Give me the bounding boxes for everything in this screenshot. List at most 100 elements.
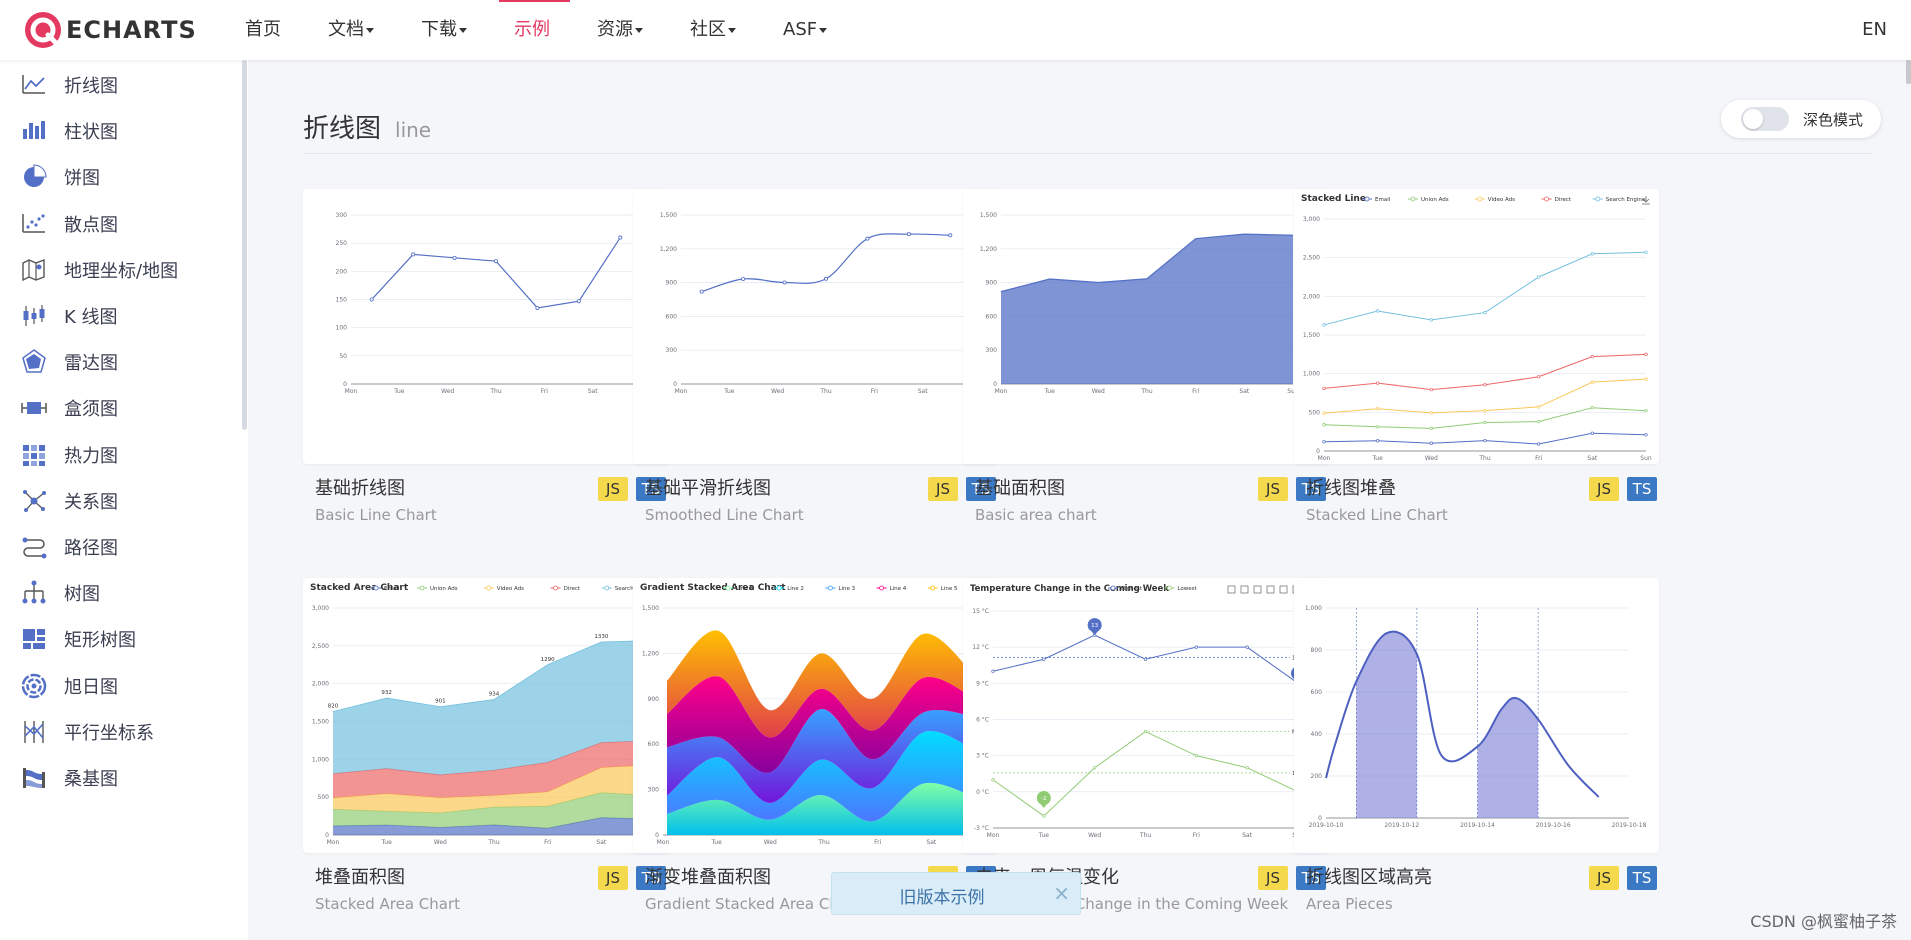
example-card-thumbnail[interactable]: 300250200150100500MonTueWedThuFriSatSun <box>303 189 668 464</box>
x-tick-label: Thu <box>1140 388 1152 395</box>
sidebar-item-1[interactable]: 柱状图 <box>20 116 118 146</box>
page-title-zh: 折线图 <box>303 114 382 144</box>
ts-badge[interactable]: TS <box>1627 866 1657 890</box>
sidebar-item-label: 雷达图 <box>64 353 118 375</box>
lines-icon <box>20 533 48 561</box>
y-tick-label: 2,000 <box>312 681 329 688</box>
js-badge[interactable]: JS <box>598 866 628 890</box>
dark-mode-toggle[interactable]: 深色模式 <box>1721 100 1881 138</box>
js-badge[interactable]: JS <box>1589 477 1619 501</box>
sidebar-item-13[interactable]: 旭日图 <box>20 671 118 701</box>
example-card-thumbnail[interactable]: Gradient Stacked Area Chart Line 1 Line 2 L… <box>633 578 998 853</box>
data-point <box>1590 355 1594 359</box>
data-point <box>1143 729 1148 734</box>
example-title[interactable]: 基础面积图 <box>975 474 1065 500</box>
data-point <box>1429 318 1433 322</box>
sidebar-item-3[interactable]: 散点图 <box>20 209 118 239</box>
sidebar-item-0[interactable]: 折线图 <box>20 70 118 100</box>
example-title[interactable]: 基础平滑折线图 <box>645 474 771 500</box>
echarts-logo[interactable]: ECHARTS <box>24 8 197 52</box>
nav-item-4[interactable]: 资源 <box>582 0 663 60</box>
old-version-banner[interactable]: 旧版本示例 × <box>831 872 1081 915</box>
example-title[interactable]: 基础折线图 <box>315 474 405 500</box>
nav-item-1[interactable]: 文档 <box>313 0 394 60</box>
scatter-chart-icon <box>20 210 48 238</box>
line-series <box>371 237 621 309</box>
graph-icon <box>20 487 48 515</box>
sidebar-item-label: 旭日图 <box>64 676 118 698</box>
example-subtitle: Smoothed Line Chart <box>645 506 804 524</box>
sidebar-item-14[interactable]: 平行坐标系 <box>20 717 154 747</box>
sidebar-item-label: 矩形树图 <box>64 630 136 652</box>
js-badge[interactable]: JS <box>1258 477 1288 501</box>
y-tick-label: 2,500 <box>1303 255 1320 262</box>
language-switch[interactable]: EN <box>1862 0 1887 60</box>
x-tick-label: Tue <box>393 388 405 395</box>
example-title[interactable]: 折线图堆叠 <box>1306 474 1396 500</box>
example-card-thumbnail[interactable]: 1,000 800 600 400 200 0 2019-10-10 2019-10-12 20… <box>1294 578 1659 853</box>
y-tick-label: -3 °C <box>974 825 989 832</box>
legend-label: Highest <box>1121 586 1143 592</box>
example-card-thumbnail[interactable]: Stacked Area Chart Email Union Ads Video Ad… <box>303 578 668 853</box>
y-tick-label: 800 <box>1311 647 1323 654</box>
js-badge[interactable]: JS <box>598 477 628 501</box>
legend-label: Email <box>1375 197 1391 203</box>
old-version-link[interactable]: 旧版本示例 <box>832 883 1052 908</box>
js-badge[interactable]: JS <box>1258 866 1288 890</box>
sidebar-item-10[interactable]: 路径图 <box>20 532 118 562</box>
line-series <box>1323 432 1647 445</box>
sidebar-item-8[interactable]: 热力图 <box>20 440 118 470</box>
chart-title: Stacked Line <box>1301 194 1366 204</box>
sidebar-item-7[interactable]: 盒须图 <box>20 393 118 423</box>
data-point <box>1537 275 1541 279</box>
sidebar-item-2[interactable]: 饼图 <box>20 162 100 192</box>
example-card-thumbnail[interactable]: Stacked Line Email Union Ads Video Ads Direc… <box>1294 189 1659 464</box>
toggle-switch[interactable] <box>1741 107 1789 131</box>
legend-marker <box>1110 585 1116 591</box>
nav-item-5[interactable]: 社区 <box>675 0 756 60</box>
js-badge[interactable]: JS <box>1589 866 1619 890</box>
sidebar-item-11[interactable]: 树图 <box>20 578 100 608</box>
nav-item-6[interactable]: ASF <box>768 0 847 60</box>
y-tick-label: 1,500 <box>1303 332 1320 339</box>
nav-item-3[interactable]: 示例 <box>499 0 570 60</box>
legend-marker <box>1410 196 1416 202</box>
sidebar-item-label: 地理坐标/地图 <box>64 260 179 282</box>
example-card-thumbnail[interactable]: 1,5001,2009006003000MonTueWedThuFriSatSu… <box>633 189 998 464</box>
sidebar-scrollbar[interactable] <box>242 60 247 430</box>
sidebar-item-6[interactable]: 雷达图 <box>20 347 118 377</box>
sidebar-item-12[interactable]: 矩形树图 <box>20 624 136 654</box>
sidebar-item-15[interactable]: 桑基图 <box>20 763 118 793</box>
y-tick-label: 6 °C <box>976 717 989 724</box>
sidebar-item-5[interactable]: K 线图 <box>20 301 118 331</box>
y-tick-label: 900 <box>666 280 678 287</box>
nav-item-label: 下载 <box>421 19 457 40</box>
example-card-thumbnail[interactable]: 1,5001,2009006003000MonTueWedThuFriSatSu… <box>963 189 1328 464</box>
nav-item-label: ASF <box>783 19 818 40</box>
ts-badge[interactable]: TS <box>1627 477 1657 501</box>
example-card-thumbnail[interactable]: Temperature Change in the Coming Week Hig… <box>963 578 1328 853</box>
sidebar-item-label: 柱状图 <box>64 122 118 144</box>
nav-item-2[interactable]: 下载 <box>406 0 487 60</box>
y-tick-label: 0 <box>343 381 347 388</box>
data-point <box>1322 386 1326 391</box>
sidebar-item-label: 饼图 <box>64 168 100 190</box>
logo-text: ECHARTS <box>66 16 197 44</box>
sidebar-item-label: K 线图 <box>64 307 118 328</box>
y-tick-label: 0 <box>1318 815 1322 822</box>
y-tick-label: 0 <box>673 381 677 388</box>
y-tick-label: 0 <box>655 832 659 839</box>
close-icon[interactable]: × <box>1053 881 1070 905</box>
x-tick-label: 2019-10-10 <box>1309 822 1344 829</box>
x-tick-label: Sat <box>1242 832 1252 839</box>
example-title[interactable]: 堆叠面积图 <box>315 863 405 889</box>
nav-item-0[interactable]: 首页 <box>230 0 301 60</box>
example-title[interactable]: 折线图区域高亮 <box>1306 863 1432 889</box>
page-scrollbar[interactable] <box>1906 60 1911 84</box>
js-badge[interactable]: JS <box>928 477 958 501</box>
sidebar-item-4[interactable]: 地理坐标/地图 <box>20 255 178 285</box>
x-tick-label: 2019-10-16 <box>1536 822 1571 829</box>
sidebar-item-9[interactable]: 关系图 <box>20 486 118 516</box>
x-tick-label: Fri <box>1193 832 1200 839</box>
example-title[interactable]: 渐变堆叠面积图 <box>645 863 771 889</box>
